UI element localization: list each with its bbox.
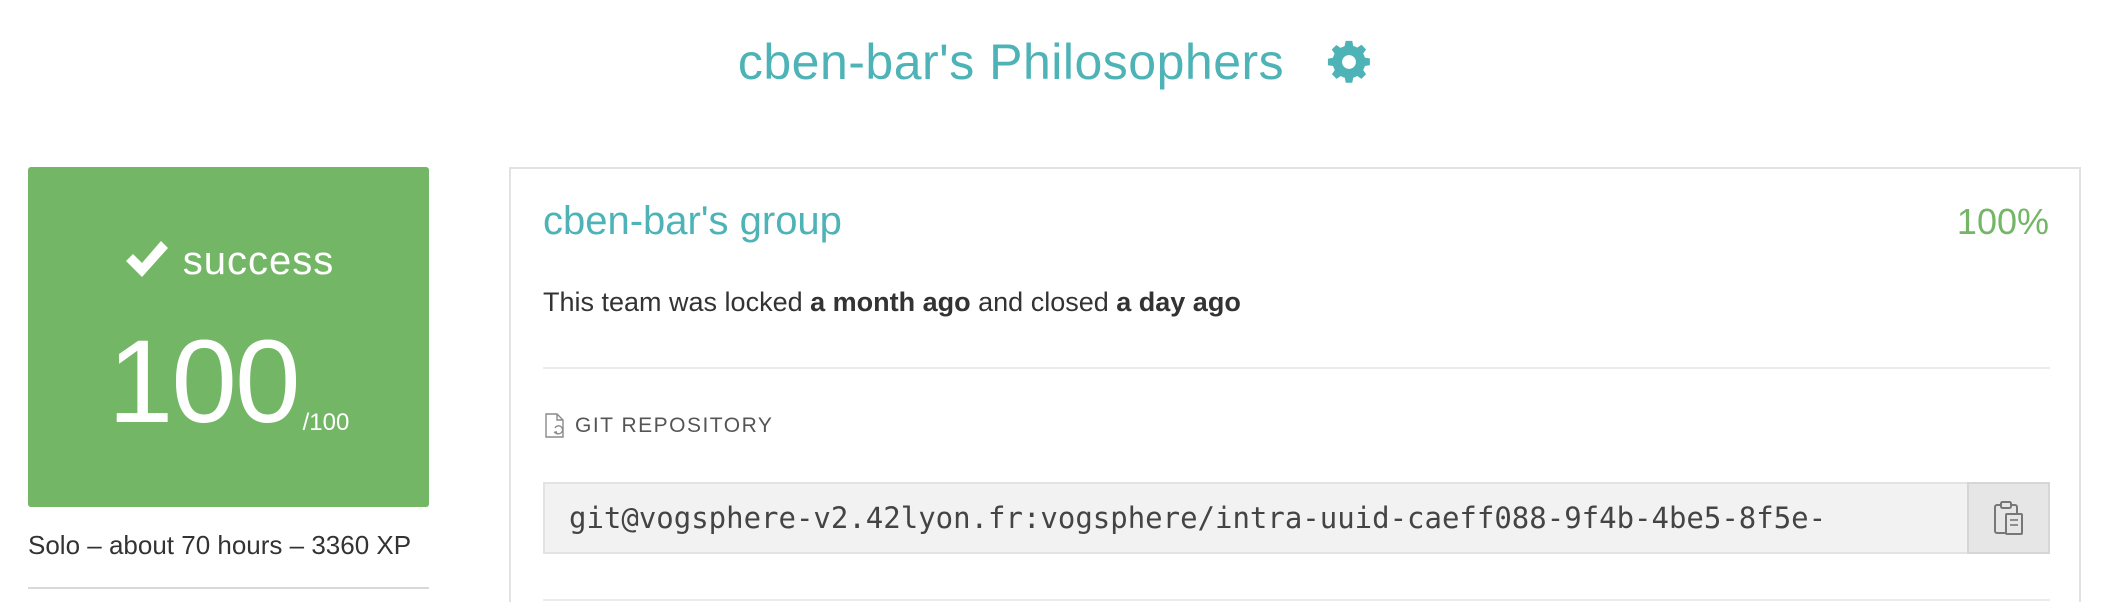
final-score: 100 xyxy=(107,316,301,448)
team-percent: 100% xyxy=(1956,201,2049,242)
repo-label: GIT REPOSITORY xyxy=(575,414,774,437)
project-header: cben-bar's Philosophers xyxy=(0,22,2110,102)
copy-button[interactable] xyxy=(1967,482,2050,554)
team-status: This team was locked a month ago and clo… xyxy=(543,287,1241,318)
status-middle: and closed xyxy=(978,287,1109,317)
status-prefix: This team was locked xyxy=(543,287,803,317)
repo-url-field[interactable]: git@vogsphere-v2.42lyon.fr:vogsphere/int… xyxy=(543,482,1967,554)
project-page: cben-bar's Philosophers success 100 /100 xyxy=(0,0,2110,602)
score-row: 100 /100 xyxy=(28,316,429,448)
divider xyxy=(543,367,2050,369)
locked-when: a month ago xyxy=(810,287,971,317)
score-card: success 100 /100 xyxy=(28,167,429,507)
project-meta: Solo – about 70 hours – 3360 XP xyxy=(28,530,412,560)
clipboard-icon xyxy=(1992,500,2026,536)
gear-icon[interactable] xyxy=(1326,39,1372,85)
divider xyxy=(28,587,429,589)
max-score: /100 xyxy=(302,409,350,436)
divider xyxy=(543,599,2050,601)
team-name[interactable]: cben-bar's group xyxy=(543,199,842,244)
status-row: success xyxy=(28,237,429,281)
repo-icon xyxy=(543,413,567,439)
status-label: success xyxy=(182,239,335,283)
check-icon xyxy=(123,237,171,281)
closed-when: a day ago xyxy=(1116,287,1241,317)
page-title: cben-bar's Philosophers xyxy=(737,34,1285,90)
team-panel: cben-bar's group 100% This team was lock… xyxy=(509,167,2081,602)
repo-label-row: GIT REPOSITORY xyxy=(543,413,773,439)
repo-box: git@vogsphere-v2.42lyon.fr:vogsphere/int… xyxy=(543,482,2050,554)
